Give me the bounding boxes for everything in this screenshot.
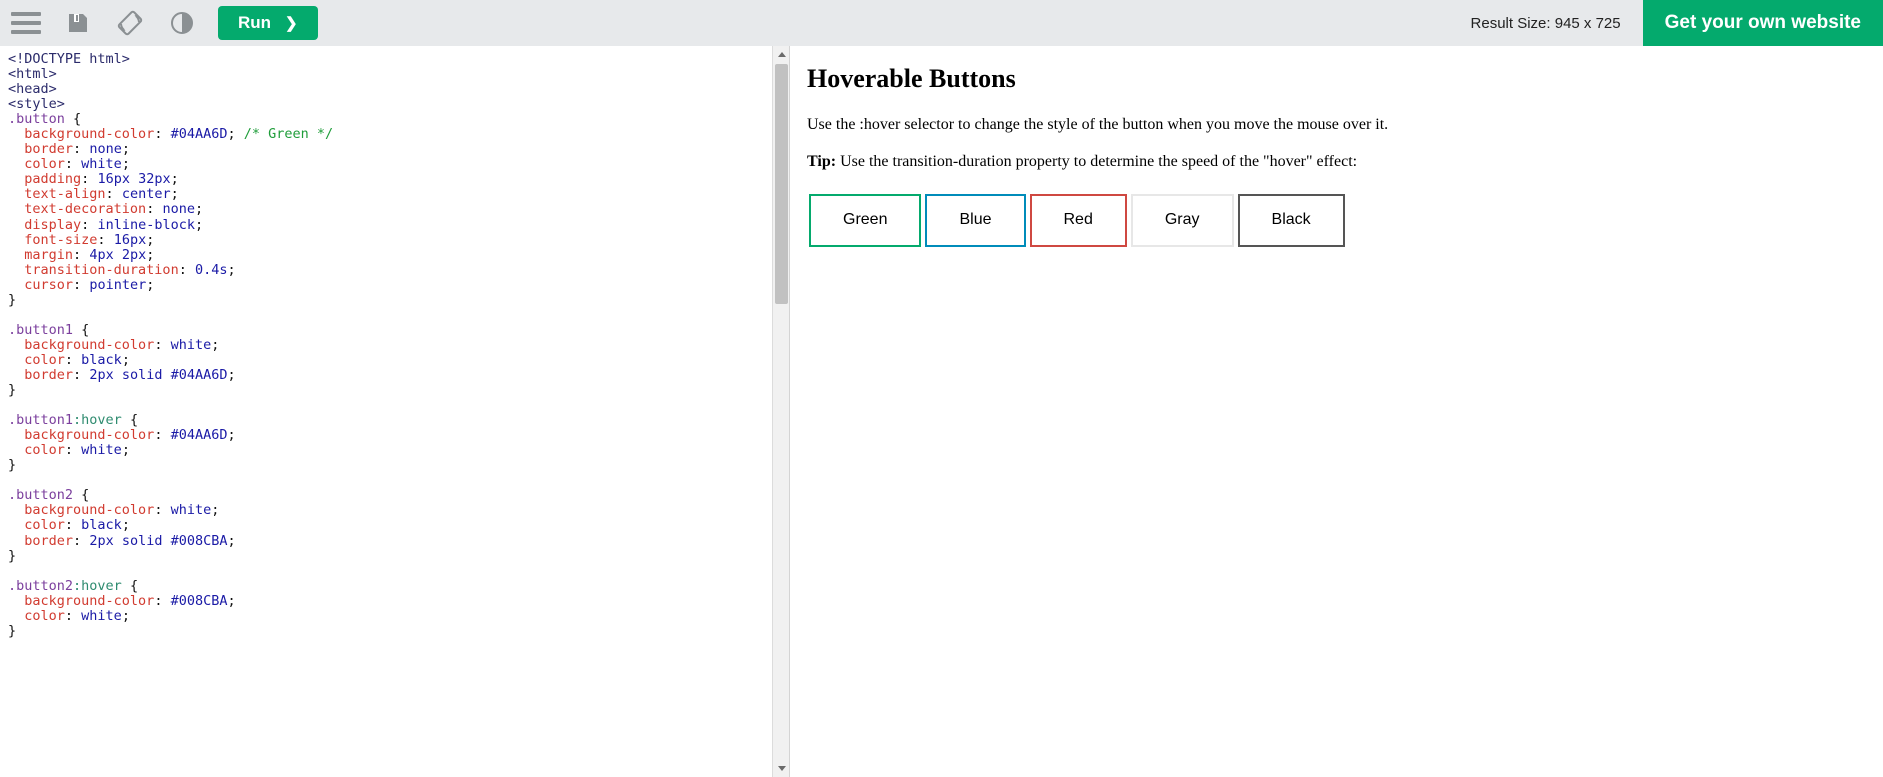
demo-button-black[interactable]: Black xyxy=(1237,194,1345,247)
rotate-orientation-glyph xyxy=(117,10,143,36)
editor-scrollbar-thumb[interactable] xyxy=(775,64,788,304)
demo-button-red[interactable]: Red xyxy=(1029,194,1127,247)
dark-mode-contrast-icon[interactable] xyxy=(156,0,208,46)
preview-buttons-row: Green Blue Red Gray Black xyxy=(807,190,1867,251)
hamburger-menu-glyph xyxy=(11,12,41,34)
demo-button-blue[interactable]: Blue xyxy=(925,194,1026,247)
code-editor-text[interactable]: <!DOCTYPE html> <html> <head> <style> .b… xyxy=(0,46,772,777)
rotate-orientation-icon[interactable] xyxy=(104,0,156,46)
code-editor-pane: <!DOCTYPE html> <html> <head> <style> .b… xyxy=(0,46,790,777)
dark-mode-contrast-glyph xyxy=(171,12,193,34)
preview-result-pane: Hoverable Buttons Use the :hover selecto… xyxy=(791,46,1883,777)
preview-page-title: Hoverable Buttons xyxy=(807,64,1016,93)
chevron-right-icon: ❯ xyxy=(285,15,298,32)
toolbar: Run ❯ Result Size: 945 x 725 Get your ow… xyxy=(0,0,1883,46)
run-button[interactable]: Run ❯ xyxy=(218,6,318,40)
preview-paragraph-tip: Tip: Use the transition-duration propert… xyxy=(807,153,1867,171)
preview-tip-label: Tip: xyxy=(807,153,837,170)
demo-button-gray[interactable]: Gray xyxy=(1130,194,1234,247)
result-size-label: Result Size: 945 x 725 xyxy=(1470,14,1621,32)
hamburger-menu-icon[interactable] xyxy=(0,0,52,46)
scroll-up-arrow-icon[interactable] xyxy=(773,46,789,63)
demo-button-green[interactable]: Green xyxy=(809,194,922,247)
editor-vertical-scrollbar[interactable] xyxy=(772,46,789,777)
save-floppy-glyph xyxy=(69,14,87,32)
run-button-label: Run xyxy=(238,13,272,32)
save-floppy-icon[interactable] xyxy=(52,0,104,46)
preview-tip-text: Use the transition-duration property to … xyxy=(836,153,1358,170)
scroll-down-arrow-icon[interactable] xyxy=(773,760,789,777)
get-your-own-website-button[interactable]: Get your own website xyxy=(1642,0,1883,46)
preview-paragraph-hover-description: Use the :hover selector to change the st… xyxy=(807,116,1389,133)
preview-document-body: Hoverable Buttons Use the :hover selecto… xyxy=(791,46,1883,251)
